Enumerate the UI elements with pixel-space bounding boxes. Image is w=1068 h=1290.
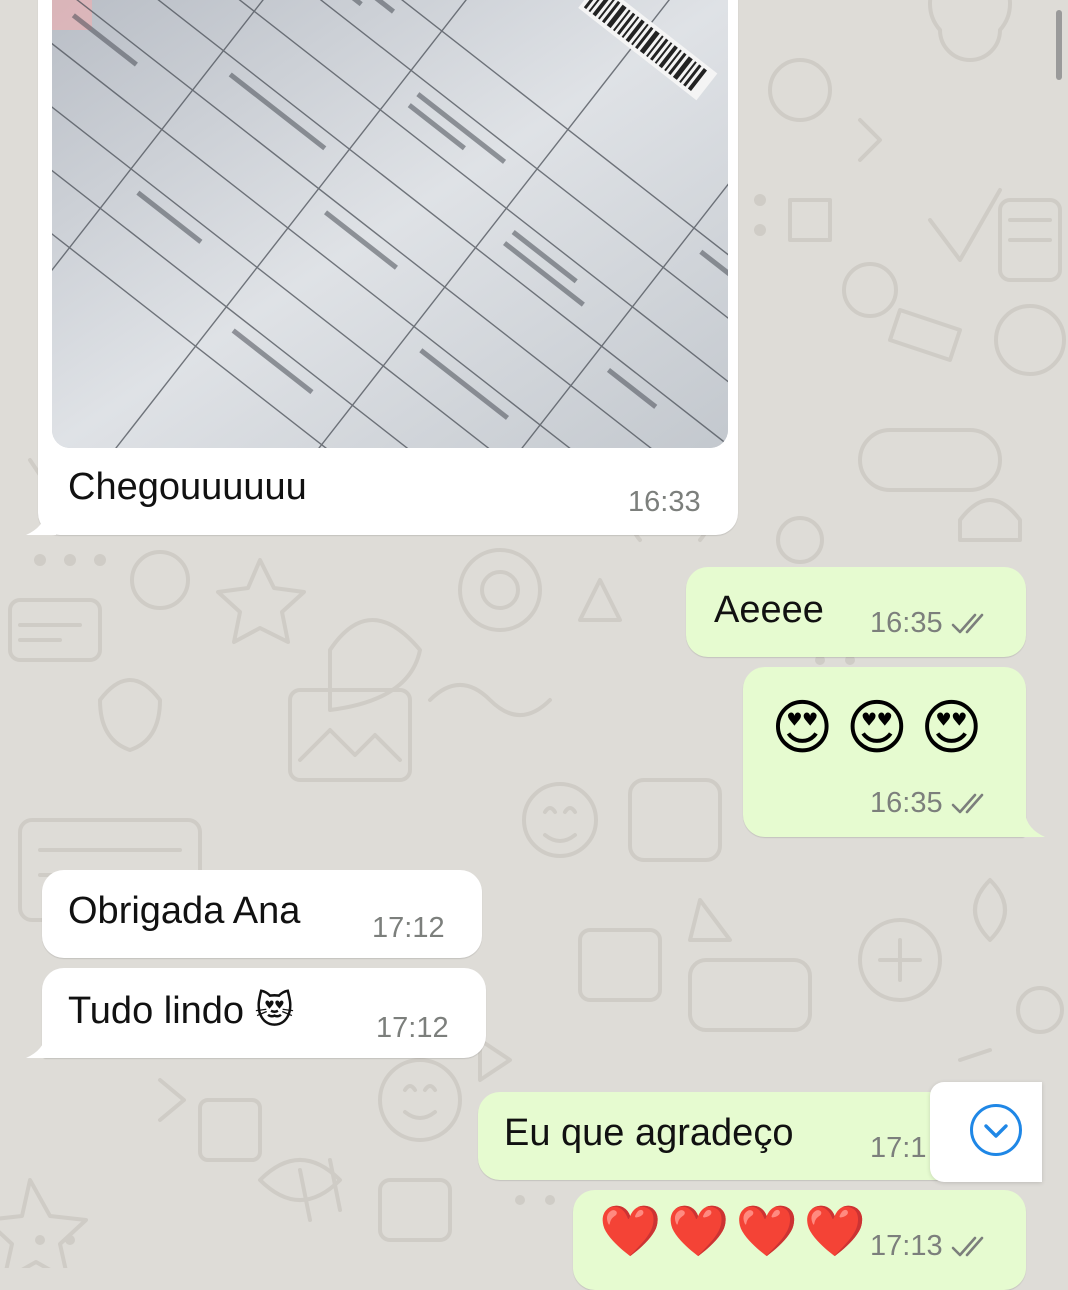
message-meta: 17:12 — [376, 1012, 449, 1045]
scroll-to-bottom-button[interactable] — [930, 1082, 1042, 1182]
time-label: 17:13 — [870, 1230, 943, 1262]
message-text: Obrigada Ana — [68, 890, 301, 932]
document-photo[interactable] — [52, 0, 728, 448]
incoming-image-message[interactable]: Chegouuuuuu 16:33 — [26, 0, 738, 535]
outgoing-emoji-message[interactable]: 😍 😍 😍 16:35 — [743, 667, 1045, 837]
red-heart-emoji: ❤️ — [735, 1203, 798, 1259]
incoming-text-message[interactable]: Tudo lindo 😻 17:12 — [26, 968, 486, 1058]
message-meta: 17:1 — [870, 1132, 926, 1165]
message-meta: 17:13 — [870, 1230, 991, 1263]
time-label: 17:12 — [372, 912, 445, 944]
bubble-tail — [1015, 813, 1045, 837]
scrollbar[interactable] — [1056, 10, 1062, 80]
message-text: Aeeee — [714, 589, 824, 631]
read-ticks-icon — [951, 1236, 983, 1256]
red-heart-emoji: ❤️ — [667, 1203, 730, 1259]
heart-eyes-emoji: 😍 — [845, 694, 909, 761]
message-text: Tudo lindo 😻 — [68, 990, 295, 1032]
emoji-row: 😍 😍 😍 — [771, 693, 983, 763]
read-ticks-icon — [951, 793, 983, 813]
message-meta: 17:12 — [372, 912, 445, 945]
message-time: 16:33 — [628, 486, 701, 519]
outgoing-emoji-message[interactable]: ❤️ ❤️ ❤️ ❤️ 17:13 — [573, 1190, 1026, 1290]
incoming-text-message[interactable]: Obrigada Ana 17:12 — [42, 870, 482, 958]
time-label: 16:35 — [870, 787, 943, 819]
time-label: 17:12 — [376, 1012, 449, 1044]
bubble-tail — [26, 511, 56, 535]
emoji-row: ❤️ ❤️ ❤️ ❤️ — [599, 1200, 866, 1262]
time-label: 17:1 — [870, 1132, 927, 1164]
message-meta: 16:35 — [870, 607, 991, 640]
red-heart-emoji: ❤️ — [599, 1203, 662, 1259]
heart-eyes-emoji: 😍 — [771, 694, 834, 761]
message-text: Eu que agradeço — [504, 1112, 794, 1154]
heart-eyes-emoji: 😍 — [920, 694, 983, 761]
outgoing-text-message[interactable]: Aeeee 16:35 — [686, 567, 1026, 657]
image-caption: Chegouuuuuu — [68, 466, 307, 508]
chevron-down-icon — [970, 1104, 1022, 1156]
message-meta: 16:35 — [870, 787, 991, 820]
bubble-tail — [26, 1034, 56, 1058]
time-label: 16:33 — [628, 486, 701, 518]
red-heart-emoji: ❤️ — [803, 1203, 867, 1259]
read-ticks-icon — [951, 613, 983, 633]
document-photo-image — [52, 0, 728, 448]
time-label: 16:35 — [870, 607, 943, 639]
